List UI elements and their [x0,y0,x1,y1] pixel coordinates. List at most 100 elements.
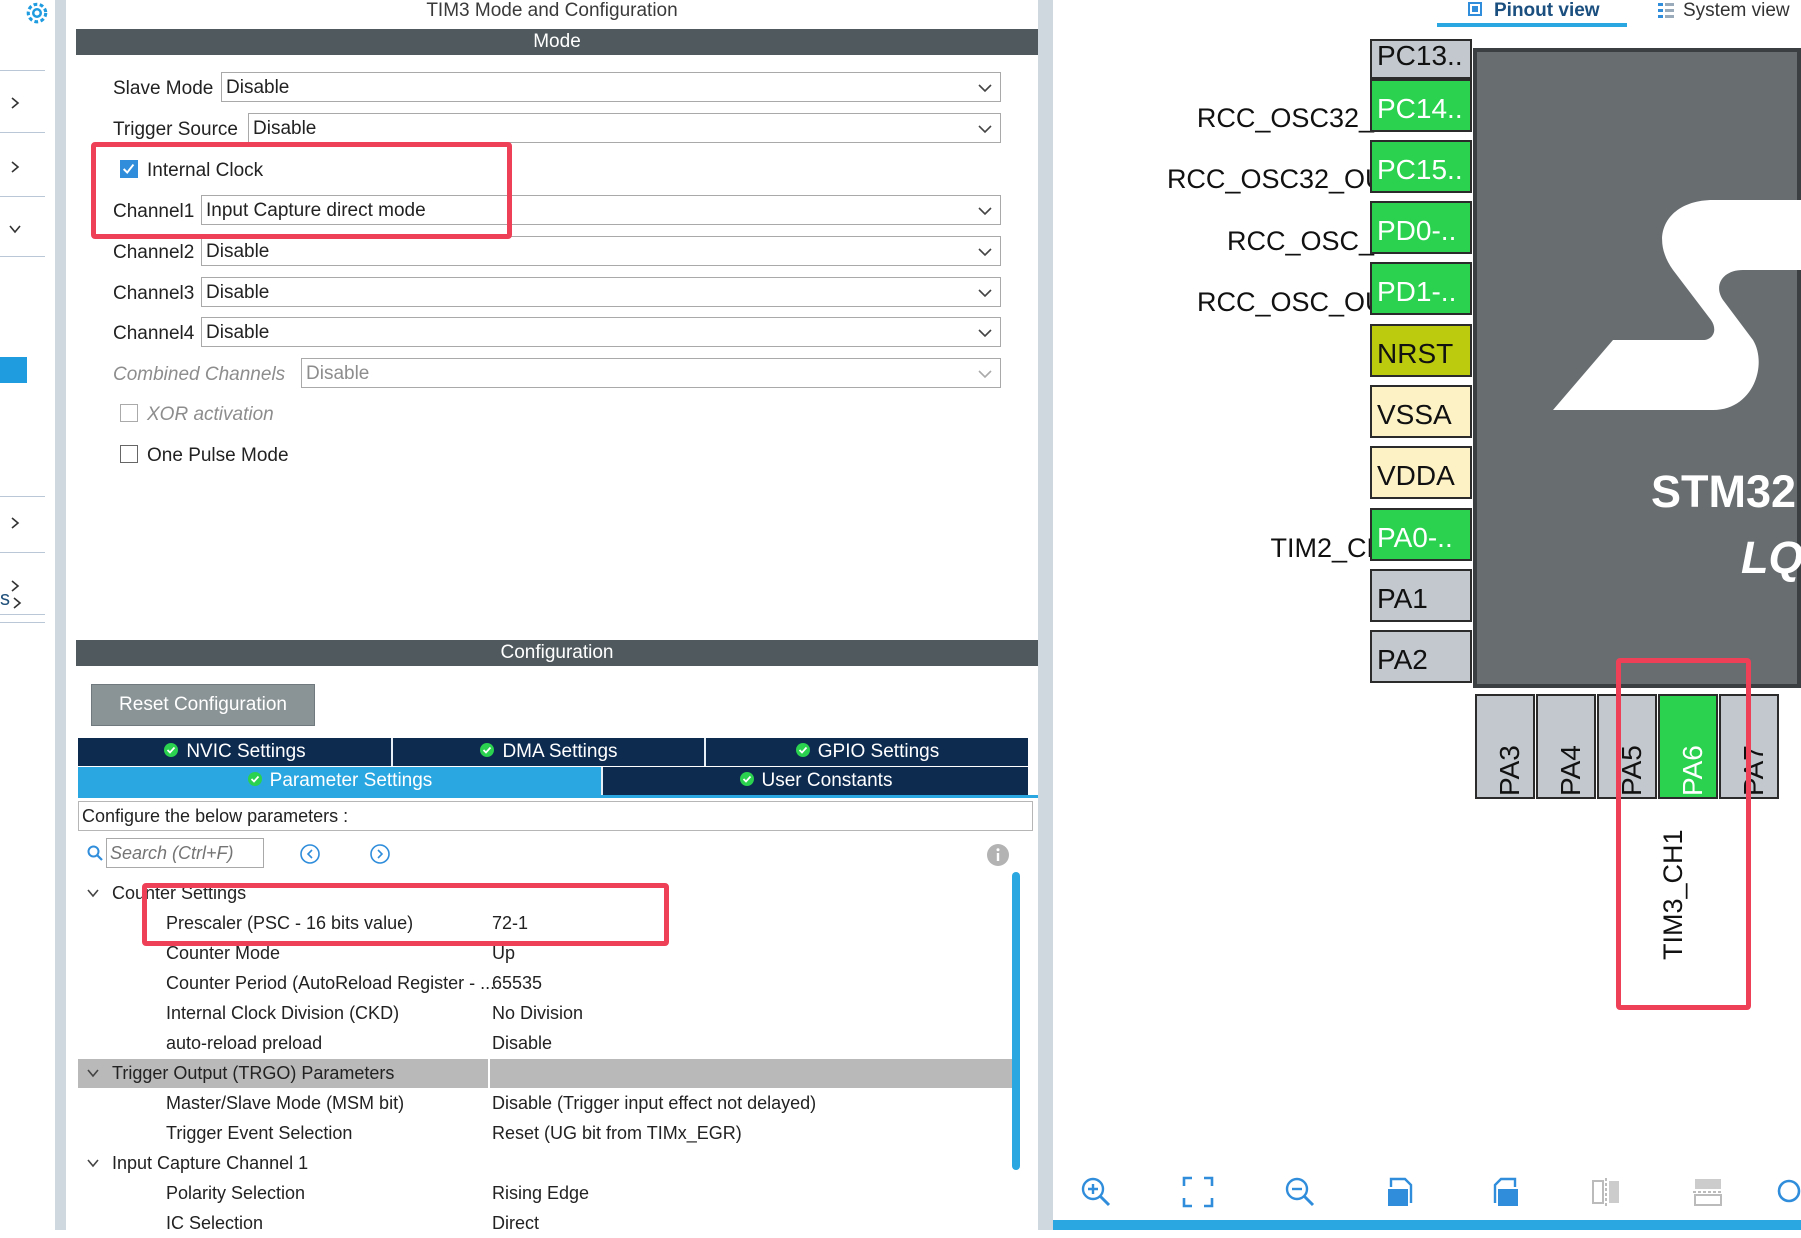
param-value[interactable]: Disable (Trigger input effect not delaye… [492,1093,816,1114]
channel2-select[interactable]: Disable [201,236,1001,266]
pinout-view: Pinout view System view STM32 LQ PC13.. … [1053,0,1801,1230]
tab-parameter-settings[interactable]: Parameter Settings [78,767,603,795]
chevron-right-icon[interactable] [8,96,22,110]
tab-user-constants[interactable]: User Constants [603,767,1028,795]
pin-vdda[interactable]: VDDA [1370,446,1472,499]
active-tab-underline [1437,23,1627,27]
tab-underline [78,795,1038,798]
next-match-icon[interactable] [369,843,391,865]
pin-pc15[interactable]: PC15.. [1370,140,1472,193]
channel3-select[interactable]: Disable [201,277,1001,307]
parameters-hint: Configure the below parameters : [78,801,1033,831]
chevron-right-icon[interactable] [8,579,22,593]
table-row[interactable]: Master/Slave Mode (MSM bit) Disable (Tri… [78,1089,1018,1118]
list-icon [1658,3,1674,18]
bottom-accent-bar [1053,1220,1801,1230]
search-icon [87,845,103,861]
pin-pa1[interactable]: PA1 [1370,569,1472,622]
table-row[interactable]: IC Selection Direct [78,1209,1018,1238]
chevron-right-icon[interactable] [8,516,22,530]
channel4-select[interactable]: Disable [201,317,1001,347]
pin-pc14[interactable]: PC14.. [1370,79,1472,132]
chevron-right-icon[interactable] [10,596,24,610]
st-logo-icon [1553,200,1801,410]
search-icon[interactable] [1773,1175,1801,1209]
param-value[interactable]: Reset (UG bit from TIMx_EGR) [492,1123,742,1144]
param-value[interactable]: Disable [492,1033,552,1054]
chevron-down-icon[interactable] [86,886,100,900]
table-row[interactable]: Polarity Selection Rising Edge [78,1179,1018,1208]
chevron-down-icon [978,289,992,298]
rotate-right-icon[interactable] [1385,1175,1419,1209]
table-row[interactable]: Counter Period (AutoReload Register - ..… [78,969,1018,998]
zoom-out-icon[interactable] [1283,1175,1317,1209]
pin-pd0[interactable]: PD0-.. [1370,201,1472,254]
chevron-down-icon[interactable] [86,1066,100,1080]
pin-pa4[interactable]: PA4 [1536,694,1596,799]
trigger-source-value: Disable [253,118,317,139]
table-row[interactable]: Internal Clock Division (CKD) No Divisio… [78,999,1018,1028]
tree-group-trigger-output[interactable]: Trigger Output (TRGO) Parameters [78,1059,1018,1088]
pin-label: PC15.. [1377,154,1463,185]
param-value[interactable]: Rising Edge [492,1183,589,1204]
tab-gpio-settings[interactable]: GPIO Settings [706,738,1028,766]
panel-splitter[interactable] [55,0,66,1230]
sidebar-item-label: s [0,588,10,610]
chip-name: STM32 [1651,466,1797,517]
param-value[interactable]: No Division [492,1003,583,1024]
tab-nvic-settings[interactable]: NVIC Settings [78,738,393,766]
fit-screen-icon[interactable] [1181,1175,1215,1209]
highlight-box [142,883,669,946]
check-circle-icon [164,743,179,758]
gear-icon[interactable] [22,0,52,28]
tab-system-view[interactable]: System view [1683,0,1790,22]
param-value[interactable]: 65535 [492,973,542,994]
tab-pinout-view[interactable]: Pinout view [1494,0,1600,22]
tab-label: NVIC Settings [186,741,306,762]
tree-group-input-capture-channel1[interactable]: Input Capture Channel 1 [78,1149,1018,1178]
previous-match-icon[interactable] [299,843,321,865]
tab-label: User Constants [761,770,893,791]
pin-pa2[interactable]: PA2 [1370,630,1472,683]
flip-vertical-icon[interactable] [1691,1175,1725,1209]
tab-dma-settings[interactable]: DMA Settings [393,738,706,766]
pin-vssa[interactable]: VSSA [1370,385,1472,438]
table-row[interactable]: Trigger Event Selection Reset (UG bit fr… [78,1119,1018,1148]
chevron-down-icon[interactable] [8,222,22,236]
tim3-config-panel: TIM3 Mode and Configuration Mode Slave M… [66,0,1038,1233]
trigger-source-select[interactable]: Disable [248,113,1001,143]
flip-horizontal-icon[interactable] [1589,1175,1623,1209]
pin-pc13[interactable]: PC13.. [1370,39,1472,79]
pin-pa3[interactable]: PA3 [1475,694,1535,799]
vertical-scrollbar[interactable] [1012,872,1020,1170]
pin-pa0[interactable]: PA0-.. [1370,508,1472,561]
param-value[interactable]: Up [492,943,515,964]
combined-channels-label: Combined Channels [113,364,286,385]
chip-icon [1468,2,1482,16]
table-row[interactable]: auto-reload preload Disable [78,1029,1018,1058]
chevron-down-icon [978,329,992,338]
param-name: Counter Mode [166,943,281,963]
pin-pd1[interactable]: PD1-.. [1370,262,1472,315]
one-pulse-mode-checkbox[interactable] [120,445,138,463]
panel-title: TIM3 Mode and Configuration [426,0,678,21]
zoom-in-icon[interactable] [1079,1175,1113,1209]
one-pulse-mode-label: One Pulse Mode [147,445,289,466]
slave-mode-select[interactable]: Disable [221,72,1001,102]
check-circle-icon [795,743,810,758]
search-input[interactable] [106,838,264,868]
xor-activation-label: XOR activation [147,404,274,425]
panel-splitter[interactable] [1038,0,1053,1230]
param-value[interactable]: Direct [492,1213,539,1234]
chevron-down-icon [978,207,992,216]
sidebar-divider [0,496,45,497]
pin-nrst[interactable]: NRST [1370,324,1472,377]
chevron-down-icon[interactable] [86,1156,100,1170]
info-icon[interactable] [986,843,1010,867]
tree-group-label: Trigger Output (TRGO) Parameters [112,1063,395,1083]
reset-configuration-button[interactable]: Reset Configuration [91,684,315,726]
sidebar-selected-item[interactable] [0,357,27,383]
chevron-right-icon[interactable] [8,160,22,174]
sidebar-divider [0,196,45,197]
rotate-left-icon[interactable] [1487,1175,1521,1209]
